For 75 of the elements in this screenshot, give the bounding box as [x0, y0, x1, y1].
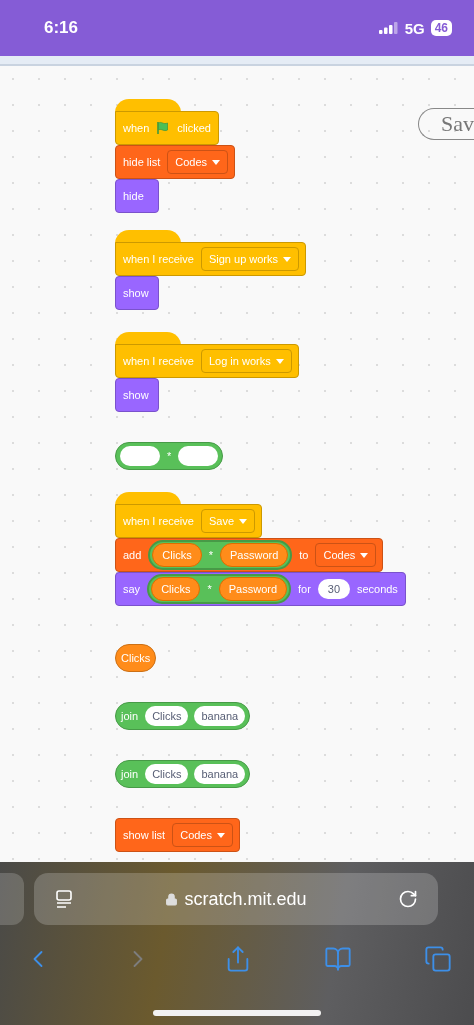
block-label: say — [122, 583, 142, 595]
caret-icon — [360, 552, 369, 558]
url-text: scratch.mit.edu — [184, 888, 307, 910]
signal-icon — [378, 22, 399, 34]
block-label: show — [122, 389, 150, 401]
reporter-block[interactable]: join Clicks banana — [115, 760, 251, 788]
block-label: Clicks — [120, 652, 152, 664]
text-input[interactable]: 30 — [317, 579, 350, 599]
block-label: show list — [122, 829, 167, 841]
tab-preview[interactable] — [0, 873, 24, 925]
code-block[interactable]: when I receive Log in works — [115, 344, 299, 378]
tabs-button[interactable] — [422, 943, 454, 975]
block-label: clicked — [176, 122, 212, 134]
block-label: show — [122, 287, 150, 299]
variable-reporter[interactable]: Password — [220, 543, 289, 567]
code-block[interactable]: when clicked — [115, 111, 219, 145]
reporter-block[interactable]: * — [115, 442, 224, 470]
text-input[interactable]: banana — [194, 764, 246, 784]
caret-icon — [239, 518, 247, 524]
book-icon — [324, 945, 352, 973]
code-block[interactable]: when I receive Sign up works — [115, 242, 307, 276]
block-label: when I receive — [122, 253, 195, 265]
flag-icon — [156, 121, 171, 135]
caret-icon — [217, 832, 225, 838]
block-label: * — [166, 450, 173, 462]
text-input[interactable]: banana — [194, 706, 246, 726]
lock-icon — [165, 892, 179, 906]
clock-time: 6:16 — [44, 18, 79, 38]
variable-reporter[interactable]: Clicks — [151, 577, 201, 601]
variable-reporter[interactable]: Clicks — [152, 543, 202, 567]
operator-reporter[interactable]: Clicks * Password — [148, 540, 293, 570]
address-bar[interactable]: scratch.mit.edu — [34, 873, 438, 925]
caret-icon — [275, 358, 284, 364]
block-label: seconds — [355, 583, 399, 595]
code-block[interactable]: hide list Codes — [115, 145, 236, 179]
text-input[interactable] — [120, 446, 160, 466]
operator-reporter[interactable]: Clicks * Password — [147, 574, 292, 604]
code-block[interactable]: show — [115, 378, 159, 412]
dropdown-field[interactable]: Log in works — [200, 349, 292, 373]
block-label: * — [206, 583, 213, 595]
dropdown-field[interactable]: Sign up works — [200, 247, 300, 271]
block-label: add — [122, 549, 143, 561]
dropdown-field[interactable]: Codes — [172, 823, 233, 847]
caret-icon — [212, 159, 221, 165]
code-block[interactable]: show — [115, 276, 159, 310]
block-label: when — [122, 122, 151, 134]
dropdown-field[interactable]: Codes — [167, 150, 229, 174]
network-label: 5G — [404, 19, 425, 37]
code-block[interactable]: add Clicks * Password to Codes — [115, 538, 384, 572]
caret-icon — [283, 256, 292, 262]
block-label: join — [120, 768, 140, 780]
code-block[interactable]: show list Codes — [115, 818, 240, 852]
code-block[interactable]: when I receive Save — [115, 504, 262, 538]
reporter-block[interactable]: join Clicks banana — [115, 702, 251, 730]
block-label: for — [297, 583, 312, 595]
battery-level: 46 — [430, 20, 452, 36]
text-input[interactable]: Clicks — [145, 764, 189, 784]
block-label: hide list — [122, 156, 162, 168]
block-label: when I receive — [122, 355, 195, 367]
code-block[interactable]: say Clicks * Password for 30 seconds — [115, 572, 406, 606]
tabs-icon — [424, 945, 452, 973]
code-block[interactable]: hide — [115, 179, 159, 213]
reader-icon[interactable] — [54, 889, 74, 909]
block-label: * — [207, 549, 214, 561]
variable-reporter[interactable]: Password — [218, 577, 288, 601]
text-input[interactable]: Clicks — [145, 706, 189, 726]
block-label: hide — [122, 190, 145, 202]
reporter-block[interactable]: Clicks — [115, 644, 157, 672]
text-input[interactable] — [178, 446, 219, 466]
reload-icon[interactable] — [398, 889, 418, 909]
block-label: join — [120, 710, 140, 722]
block-label: when I receive — [122, 515, 195, 527]
block-label: to — [298, 549, 310, 561]
dropdown-field[interactable]: Save — [200, 509, 255, 533]
dropdown-field[interactable]: Codes — [315, 543, 377, 567]
